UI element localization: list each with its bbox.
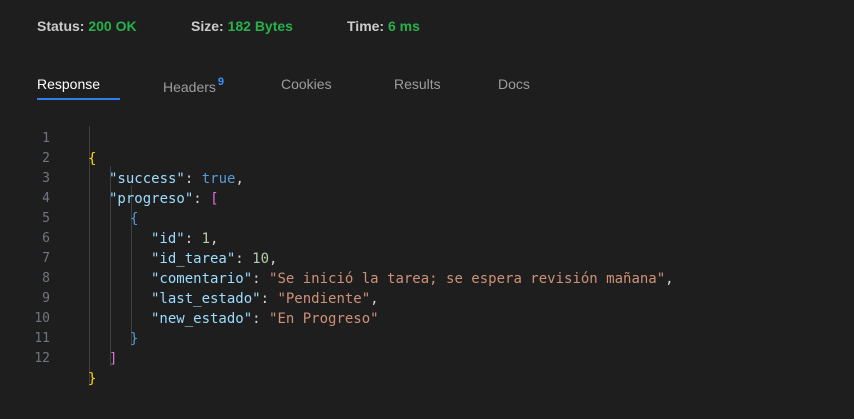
json-brace: } xyxy=(88,371,97,387)
response-body-editor[interactable]: 1 { 2 "success": true, 3 "progreso": [ 4… xyxy=(0,106,854,419)
status-code: Status: 200 OK xyxy=(37,18,137,34)
code-line-1: 1 { xyxy=(0,109,854,167)
tab-response[interactable]: Response xyxy=(37,76,100,92)
code-line-7: 7 "comentario": "Se inició la tarea; se … xyxy=(0,229,854,287)
line-number: 12 xyxy=(34,351,50,366)
code-line-2: 2 "success": true, xyxy=(0,129,854,187)
code-line-3: 3 "progreso": [ xyxy=(0,149,854,207)
code-line-6: 6 "id_tarea": 10, xyxy=(0,209,854,267)
json-bracket: ] xyxy=(109,351,118,367)
code-line-10: 10 } xyxy=(0,289,854,347)
tab-results[interactable]: Results xyxy=(394,76,441,92)
headers-count-badge: 9 xyxy=(217,76,225,88)
status-label: Status: xyxy=(37,18,85,34)
code-line-4: 4 { xyxy=(0,169,854,227)
size-value: 182 Bytes xyxy=(227,18,293,34)
status-value: 200 OK xyxy=(88,18,137,34)
code-content: } xyxy=(88,369,96,389)
code-content: ] xyxy=(109,349,117,369)
tab-docs[interactable]: Docs xyxy=(498,76,530,92)
code-line-8: 8 "last_estado": "Pendiente", xyxy=(0,249,854,307)
tab-headers[interactable]: Headers 9 xyxy=(163,76,224,95)
tab-headers-label: Headers xyxy=(163,79,216,95)
code-line-12: 12 } xyxy=(0,329,854,387)
size-label: Size: xyxy=(191,18,224,34)
tab-cookies[interactable]: Cookies xyxy=(281,76,332,92)
time-value: 6 ms xyxy=(387,18,420,34)
response-tabs: Response Headers 9 Cookies Results Docs xyxy=(0,58,854,102)
response-status-bar: Status: 200 OK Size: 182 Bytes Time: 6 m… xyxy=(0,0,854,52)
code-line-9: 9 "new_estado": "En Progreso" xyxy=(0,269,854,327)
response-time: Time: 6 ms xyxy=(347,18,420,34)
code-line-5: 5 "id": 1, xyxy=(0,189,854,247)
code-line-11: 11 ] xyxy=(0,309,854,367)
active-tab-indicator xyxy=(37,98,120,100)
time-label: Time: xyxy=(347,18,385,34)
response-size: Size: 182 Bytes xyxy=(191,18,293,34)
